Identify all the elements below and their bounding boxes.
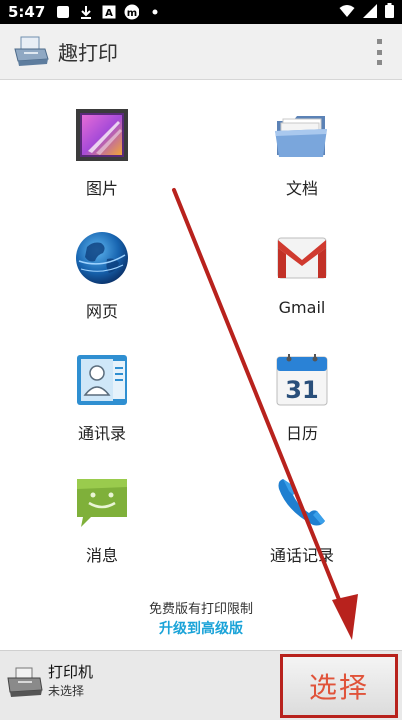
wifi-icon bbox=[339, 3, 355, 22]
upgrade-link[interactable]: 升级到高级版 bbox=[0, 618, 402, 638]
grid-item-call-log[interactable]: 通话记录 bbox=[232, 472, 372, 572]
status-bar: 5:47 A m bbox=[0, 0, 402, 24]
grid-label: 网页 bbox=[85, 302, 118, 321]
grid-item-messages[interactable]: 消息 bbox=[32, 472, 172, 572]
calendar-icon: 31 bbox=[272, 350, 332, 410]
phone-icon bbox=[272, 472, 332, 532]
select-printer-button[interactable]: 选择 bbox=[280, 654, 398, 718]
calendar-day-number: 31 bbox=[285, 376, 318, 404]
globe-icon bbox=[72, 228, 132, 288]
download-icon bbox=[78, 5, 93, 20]
grid-label: 日历 bbox=[285, 424, 318, 443]
a-badge-icon: A bbox=[101, 5, 116, 20]
printer-logo-icon bbox=[12, 33, 50, 71]
grid-label: 消息 bbox=[85, 546, 118, 565]
menu-dot bbox=[376, 60, 382, 65]
grid-label: 图片 bbox=[85, 179, 118, 198]
white-square-icon bbox=[55, 5, 70, 20]
overflow-menu-button[interactable] bbox=[374, 39, 384, 65]
app-bar: 趣打印 bbox=[0, 24, 402, 80]
select-button-label: 选择 bbox=[308, 671, 369, 704]
picture-icon bbox=[72, 105, 132, 165]
svg-text:m: m bbox=[127, 8, 137, 19]
menu-dot bbox=[376, 39, 382, 44]
message-icon bbox=[72, 472, 132, 532]
printer-selection-bar[interactable]: 打印机 未选择 选择 bbox=[0, 650, 402, 720]
dot-icon bbox=[147, 5, 162, 20]
grid-item-gmail[interactable]: Gmail bbox=[232, 228, 372, 328]
grid-item-pictures[interactable]: 图片 bbox=[32, 105, 172, 205]
grid-item-documents[interactable]: 文档 bbox=[232, 105, 372, 205]
grid-label: Gmail bbox=[278, 298, 326, 317]
status-right bbox=[339, 2, 394, 22]
status-time: 5:47 bbox=[8, 3, 46, 21]
grid-label: 通讯录 bbox=[77, 424, 126, 443]
grid-item-contacts[interactable]: 通讯录 bbox=[32, 350, 172, 450]
signal-icon bbox=[363, 3, 377, 22]
free-version-limit-note: 免费版有打印限制 bbox=[148, 602, 253, 617]
grid-label: 文档 bbox=[285, 179, 318, 198]
m-badge-icon: m bbox=[124, 4, 140, 20]
screen: 5:47 A m 趣打印 图片 文档 网页 Gmail 通讯录 31 日历 消息… bbox=[0, 0, 402, 720]
printer-icon bbox=[6, 666, 44, 700]
contacts-icon bbox=[72, 350, 132, 410]
grid-label: 通话记录 bbox=[269, 546, 334, 565]
printer-status: 未选择 bbox=[48, 684, 85, 698]
gmail-icon bbox=[272, 228, 332, 288]
grid-item-calendar[interactable]: 31 日历 bbox=[232, 350, 372, 450]
app-title: 趣打印 bbox=[58, 41, 118, 65]
svg-text:A: A bbox=[105, 8, 113, 19]
grid-item-webpage[interactable]: 网页 bbox=[32, 228, 172, 328]
menu-dot bbox=[376, 49, 382, 55]
folder-icon bbox=[272, 105, 332, 165]
battery-icon bbox=[385, 2, 394, 22]
printer-name: 打印机 bbox=[48, 663, 94, 681]
